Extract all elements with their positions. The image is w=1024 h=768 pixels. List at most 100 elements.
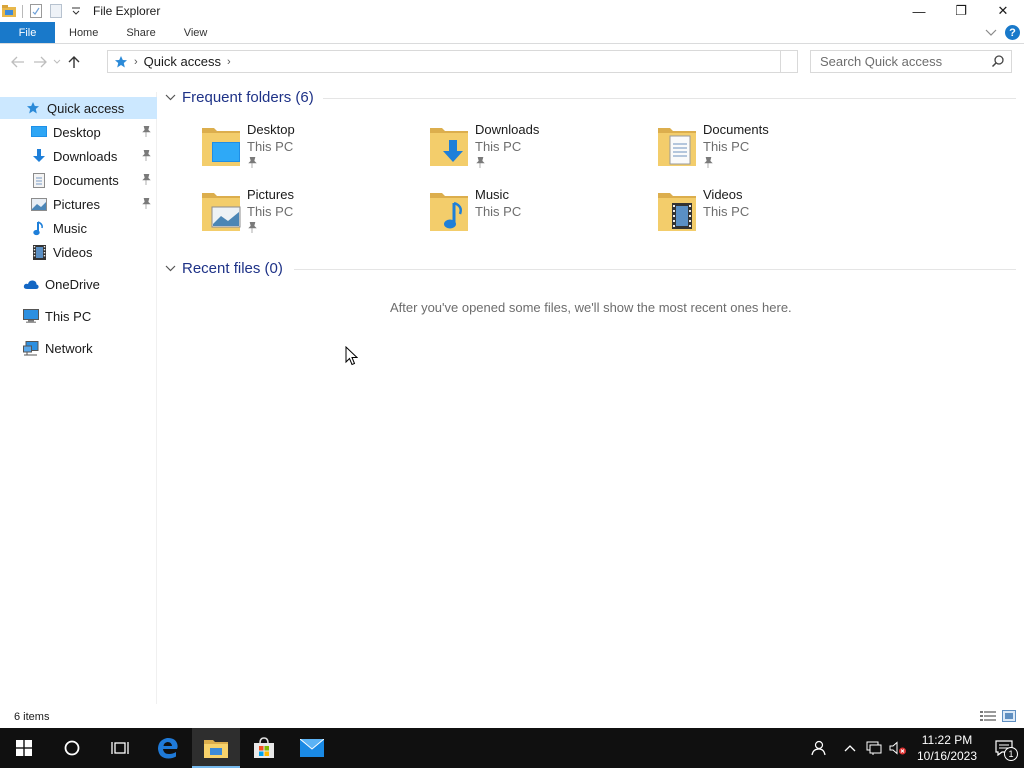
refresh-button[interactable] (780, 50, 798, 73)
folder-location: This PC (703, 204, 750, 219)
breadcrumb-chevron-icon[interactable]: › (227, 56, 231, 68)
nav-item-label: Pictures (53, 196, 100, 212)
search-input[interactable]: Search Quick access (810, 50, 1012, 73)
recent-files-header[interactable]: Recent files (0) (165, 260, 283, 277)
pin-icon[interactable] (142, 125, 151, 140)
nav-item-music[interactable]: Music (0, 217, 157, 239)
breadcrumb-chevron-icon[interactable]: › (134, 56, 138, 68)
toolbar-separator (22, 4, 23, 18)
customize-toolbar-chevron-icon[interactable] (69, 4, 83, 18)
new-folder-icon[interactable] (49, 4, 63, 18)
pin-icon[interactable] (476, 156, 485, 171)
up-button[interactable] (63, 51, 85, 73)
people-button[interactable] (798, 728, 838, 768)
restore-button[interactable]: ❐ (940, 0, 982, 22)
folder-location: This PC (247, 139, 294, 154)
details-view-button[interactable] (980, 710, 996, 725)
nav-item-label: Videos (53, 244, 93, 260)
minimize-icon: — (912, 3, 926, 19)
network-status-icon (866, 741, 882, 755)
large-icons-view-button[interactable] (1002, 710, 1016, 725)
nav-item-downloads[interactable]: Downloads (0, 145, 157, 167)
nav-item-documents[interactable]: Documents (0, 169, 157, 191)
nav-item-onedrive[interactable]: OneDrive (0, 273, 157, 295)
notification-count-badge: 1 (1004, 747, 1018, 761)
pictures-folder-icon (202, 193, 241, 231)
tab-share[interactable]: Share (112, 22, 169, 43)
forward-button[interactable] (29, 51, 51, 73)
ribbon-tabs: File Home Share View ? (0, 22, 1024, 44)
pin-icon[interactable] (248, 156, 257, 171)
folder-tile-pictures[interactable]: Pictures This PC (160, 187, 380, 247)
minimize-button[interactable]: — (898, 0, 940, 22)
windows-logo-icon (16, 740, 32, 756)
restore-icon: ❐ (955, 3, 967, 18)
nav-item-label: Documents (53, 172, 119, 188)
store-bag-icon (254, 737, 274, 758)
pin-icon[interactable] (142, 197, 151, 212)
nav-item-videos[interactable]: Videos (0, 241, 157, 263)
group-divider (294, 269, 1016, 270)
clock-time: 11:22 PM (921, 733, 973, 747)
nav-item-label: This PC (45, 308, 92, 324)
help-button[interactable]: ? (1005, 25, 1020, 40)
frequent-folders-header[interactable]: Frequent folders (6) (165, 89, 314, 106)
task-view-button[interactable] (96, 728, 144, 768)
expand-ribbon-chevron-icon[interactable] (985, 26, 997, 40)
edge-browser-icon (158, 737, 178, 759)
clock-date: 10/16/2023 (916, 749, 978, 763)
forward-arrow-icon (34, 56, 47, 68)
folder-tile-documents[interactable]: Documents This PC (616, 122, 836, 182)
breadcrumb-location[interactable]: Quick access (144, 54, 221, 69)
back-button[interactable] (7, 51, 29, 73)
taskbar-edge-button[interactable] (144, 728, 192, 768)
help-icon: ? (1009, 26, 1016, 39)
videos-folder-icon (658, 193, 696, 231)
volume-button[interactable] (886, 728, 910, 768)
folder-tile-music[interactable]: Music This PC (388, 187, 608, 247)
recent-locations-button[interactable] (51, 51, 63, 73)
address-bar[interactable]: › Quick access › (107, 50, 781, 73)
properties-icon[interactable] (29, 4, 43, 18)
item-count: 6 items (14, 711, 50, 723)
tab-home[interactable]: Home (55, 22, 112, 43)
details-view-icon (980, 711, 996, 721)
start-button[interactable] (0, 728, 48, 768)
documents-folder-icon (658, 128, 696, 166)
tab-view[interactable]: View (170, 22, 222, 43)
nav-item-pictures[interactable]: Pictures (0, 193, 157, 215)
address-row: › Quick access › Search Quick access (0, 49, 1024, 75)
clock[interactable]: 11:22 PM 10/16/2023 (910, 732, 984, 764)
network-icon (23, 340, 39, 356)
taskbar-mail-button[interactable] (288, 728, 336, 768)
nav-item-desktop[interactable]: Desktop (0, 121, 157, 143)
taskbar-store-button[interactable] (240, 728, 288, 768)
folder-name: Downloads (475, 122, 540, 137)
window-title: File Explorer (93, 4, 161, 18)
folder-location: This PC (475, 139, 522, 154)
action-center-button[interactable]: 1 (984, 728, 1024, 768)
pin-icon[interactable] (248, 221, 257, 236)
tab-file[interactable]: File (0, 22, 55, 43)
taskbar-file-explorer-button[interactable] (192, 728, 240, 768)
close-icon: ✕ (997, 3, 1009, 18)
nav-item-label: Desktop (53, 124, 101, 140)
close-button[interactable]: ✕ (982, 0, 1024, 22)
folder-tile-downloads[interactable]: Downloads This PC (388, 122, 608, 182)
show-hidden-icons-button[interactable] (838, 728, 862, 768)
mouse-cursor-icon (345, 346, 358, 366)
search-placeholder: Search Quick access (820, 54, 943, 69)
search-button[interactable] (48, 728, 96, 768)
explorer-app-icon[interactable] (2, 4, 16, 18)
pin-icon[interactable] (142, 173, 151, 188)
network-status-button[interactable] (862, 728, 886, 768)
pin-icon[interactable] (142, 149, 151, 164)
pin-icon[interactable] (704, 156, 713, 171)
folder-tile-desktop[interactable]: Desktop This PC (160, 122, 380, 182)
star-icon (25, 100, 41, 116)
chevron-up-icon (844, 745, 856, 752)
nav-item-quick-access[interactable]: Quick access (0, 97, 157, 119)
folder-tile-videos[interactable]: Videos This PC (616, 187, 836, 247)
nav-item-this-pc[interactable]: This PC (0, 305, 157, 327)
nav-item-network[interactable]: Network (0, 337, 157, 359)
